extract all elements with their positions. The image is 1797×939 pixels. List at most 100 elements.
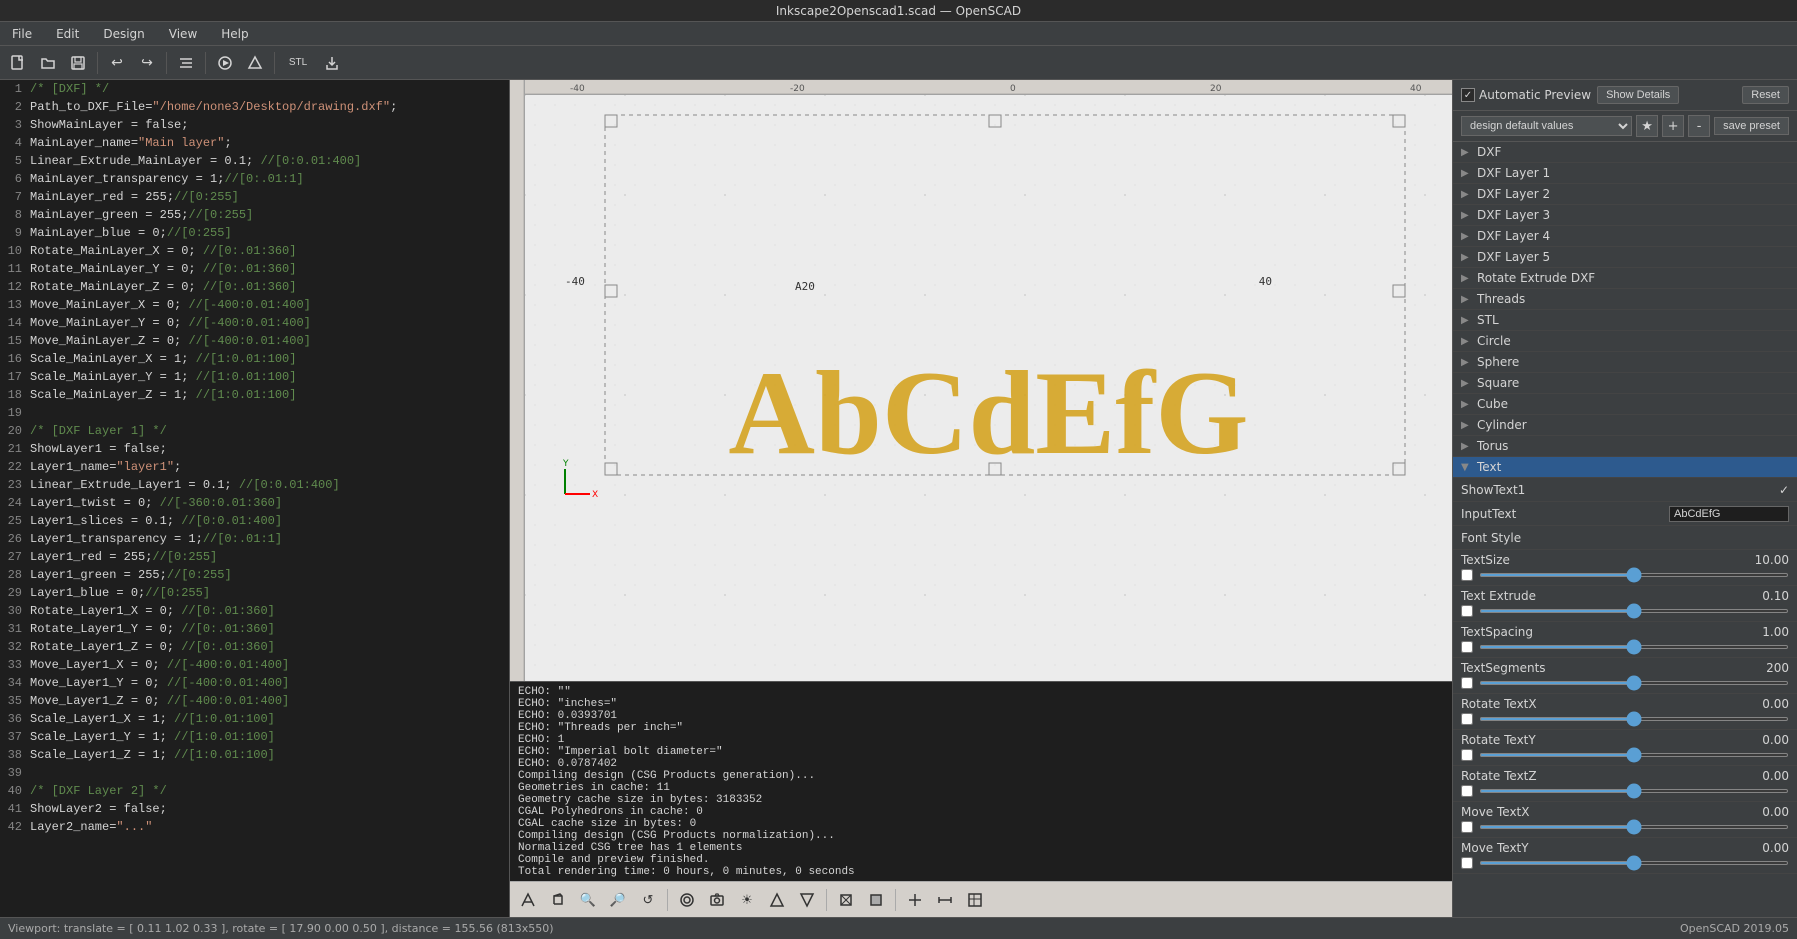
vp-perspective-button[interactable] [514, 886, 542, 914]
param-font-style-label: Font Style [1461, 531, 1789, 545]
vp-ortho-button[interactable] [673, 886, 701, 914]
tree-item-threads[interactable]: ▶Threads [1453, 289, 1797, 310]
line-number: 28 [0, 566, 30, 584]
line-content: MainLayer_green = 255;//[0:255] [30, 206, 260, 224]
vp-bottom-button[interactable] [793, 886, 821, 914]
export-stl-button[interactable]: STL [280, 49, 316, 77]
menu-help[interactable]: Help [213, 25, 256, 43]
param-slider[interactable] [1479, 681, 1789, 685]
tree-item-circle[interactable]: ▶Circle [1453, 331, 1797, 352]
preset-plus-button[interactable]: + [1662, 115, 1684, 137]
code-line: 37Scale_Layer1_Y = 1; //[1:0.01:100] [0, 728, 509, 746]
tree-item-cube[interactable]: ▶Cube [1453, 394, 1797, 415]
slider-checkbox[interactable] [1461, 605, 1473, 617]
slider-checkbox[interactable] [1461, 749, 1473, 761]
vp-measure-button[interactable] [931, 886, 959, 914]
tree-item-dxf-layer-1[interactable]: ▶DXF Layer 1 [1453, 163, 1797, 184]
tree-arrow-icon: ▶ [1461, 378, 1471, 389]
param-slider[interactable] [1479, 861, 1789, 865]
param-slider[interactable] [1479, 717, 1789, 721]
vp-zoom-in-button[interactable]: 🔍 [574, 886, 602, 914]
align-button[interactable] [172, 49, 200, 77]
save-button[interactable] [64, 49, 92, 77]
slider-checkbox[interactable] [1461, 857, 1473, 869]
slider-checkbox[interactable] [1461, 821, 1473, 833]
vp-cam-button[interactable] [703, 886, 731, 914]
param-slider[interactable] [1479, 753, 1789, 757]
vp-lights-button[interactable]: ☀ [733, 886, 761, 914]
undo-button[interactable]: ↩ [103, 49, 131, 77]
line-number: 39 [0, 764, 30, 782]
preset-minus-button[interactable]: - [1688, 115, 1710, 137]
menu-edit[interactable]: Edit [48, 25, 87, 43]
line-content: Move_Layer1_Y = 0; //[-400:0.01:400] [30, 674, 296, 692]
tree-item-cylinder[interactable]: ▶Cylinder [1453, 415, 1797, 436]
viewport-toolbar: 🔍 🔎 ↺ ☀ [510, 881, 1452, 917]
vp-top-button[interactable] [763, 886, 791, 914]
slider-checkbox[interactable] [1461, 785, 1473, 797]
tree-item-rotate-extrude-dxf[interactable]: ▶Rotate Extrude DXF [1453, 268, 1797, 289]
viewport[interactable]: -40 -20 0 20 40 [510, 80, 1452, 917]
render-button[interactable] [241, 49, 269, 77]
reset-button[interactable]: Reset [1742, 86, 1789, 104]
param-slider[interactable] [1479, 609, 1789, 613]
line-content: MainLayer_name="Main layer"; [30, 134, 232, 152]
preset-select[interactable]: design default values [1461, 116, 1632, 136]
vp-surface-button[interactable] [862, 886, 890, 914]
export-button[interactable] [318, 49, 346, 77]
vp-reset-view-button[interactable]: ↺ [634, 886, 662, 914]
menu-view[interactable]: View [161, 25, 205, 43]
code-line: 24Layer1_twist = 0; //[-360:0.01:360] [0, 494, 509, 512]
tree-item-dxf-layer-5[interactable]: ▶DXF Layer 5 [1453, 247, 1797, 268]
line-number: 36 [0, 710, 30, 728]
line-number: 4 [0, 134, 30, 152]
vp-3d-button[interactable] [544, 886, 572, 914]
tree-item-stl[interactable]: ▶STL [1453, 310, 1797, 331]
code-area[interactable]: 1/* [DXF] */2Path_to_DXF_File="/home/non… [0, 80, 509, 917]
tree-item-dxf-layer-2[interactable]: ▶DXF Layer 2 [1453, 184, 1797, 205]
line-number: 22 [0, 458, 30, 476]
vp-zoom-out-button[interactable]: 🔎 [604, 886, 632, 914]
menu-file[interactable]: File [4, 25, 40, 43]
vp-wireframe-button[interactable] [832, 886, 860, 914]
vp-crosshair-button[interactable] [901, 886, 929, 914]
save-preset-button[interactable]: save preset [1714, 117, 1789, 135]
vp-grid-button[interactable] [961, 886, 989, 914]
code-line: 33Move_Layer1_X = 0; //[-400:0.01:400] [0, 656, 509, 674]
slider-checkbox[interactable] [1461, 641, 1473, 653]
auto-preview-check[interactable]: Automatic Preview [1461, 88, 1591, 102]
slider-checkbox[interactable] [1461, 569, 1473, 581]
param-slider-value: 0.00 [1762, 769, 1789, 783]
console-area[interactable]: ECHO: ""ECHO: "inches="ECHO: 0.0393701EC… [510, 681, 1452, 881]
redo-button[interactable]: ↪ [133, 49, 161, 77]
tree-item-dxf-layer-4[interactable]: ▶DXF Layer 4 [1453, 226, 1797, 247]
param-text-input[interactable] [1669, 506, 1789, 522]
tree-item-torus[interactable]: ▶Torus [1453, 436, 1797, 457]
line-number: 24 [0, 494, 30, 512]
param-slider[interactable] [1479, 645, 1789, 649]
tree-item-sphere[interactable]: ▶Sphere [1453, 352, 1797, 373]
show-details-button[interactable]: Show Details [1597, 86, 1679, 104]
param-slider[interactable] [1479, 573, 1789, 577]
coord-left: -40 [565, 275, 585, 288]
tree-item-text[interactable]: ▼Text [1453, 457, 1797, 478]
preset-star-button[interactable]: ★ [1636, 115, 1658, 137]
preview-text: AbCdEfG [728, 344, 1248, 482]
line-content: Move_Layer1_Z = 0; //[-400:0.01:400] [30, 692, 296, 710]
tree-item-dxf-layer-3[interactable]: ▶DXF Layer 3 [1453, 205, 1797, 226]
slider-checkbox[interactable] [1461, 713, 1473, 725]
tree-item-square[interactable]: ▶Square [1453, 373, 1797, 394]
param-slider[interactable] [1479, 789, 1789, 793]
param-slider[interactable] [1479, 825, 1789, 829]
auto-preview-checkbox[interactable] [1461, 88, 1475, 102]
preview-button[interactable] [211, 49, 239, 77]
line-content: /* [DXF Layer 1] */ [30, 422, 167, 440]
open-button[interactable] [34, 49, 62, 77]
line-number: 21 [0, 440, 30, 458]
new-button[interactable] [4, 49, 32, 77]
line-number: 2 [0, 98, 30, 116]
code-panel[interactable]: 1/* [DXF] */2Path_to_DXF_File="/home/non… [0, 80, 510, 917]
menu-design[interactable]: Design [95, 25, 152, 43]
tree-item-dxf[interactable]: ▶DXF [1453, 142, 1797, 163]
slider-checkbox[interactable] [1461, 677, 1473, 689]
